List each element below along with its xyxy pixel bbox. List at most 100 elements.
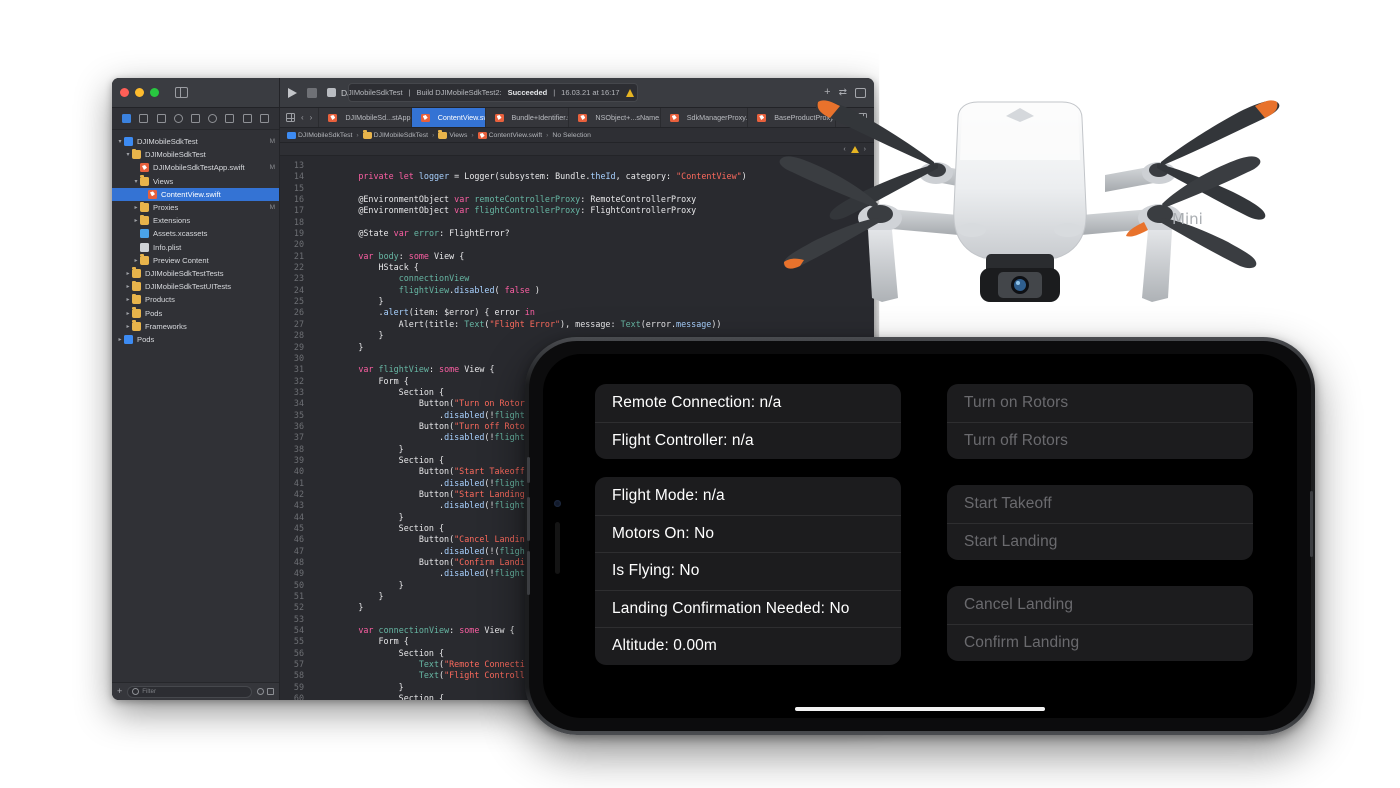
breadcrumb-item[interactable]: DJIMobileSdkTest <box>287 131 353 139</box>
action-button-row[interactable]: Confirm Landing <box>947 623 1253 662</box>
volume-up-button[interactable] <box>527 497 530 541</box>
home-indicator[interactable] <box>795 706 1045 711</box>
line-number: 55 <box>293 636 304 647</box>
action-button-row[interactable]: Turn on Rotors <box>947 384 1253 422</box>
file-tree-item[interactable]: ▾ DJIMobileSdkTest <box>112 148 279 161</box>
breadcrumb-item[interactable]: Views <box>438 130 467 139</box>
file-tree-item[interactable]: ▸ Preview Content <box>112 254 279 267</box>
disclosure-triangle-icon[interactable]: ▸ <box>124 270 132 277</box>
debug-navigator-icon[interactable] <box>225 114 235 123</box>
file-tree-item[interactable]: DJIMobileSdkTestApp.swift M <box>112 161 279 174</box>
disclosure-triangle-icon[interactable]: ▸ <box>124 323 132 330</box>
code-token: . <box>318 568 445 579</box>
disclosure-triangle-icon[interactable]: ▾ <box>116 138 124 145</box>
code-token: false <box>504 284 530 295</box>
code-token: body <box>378 250 399 261</box>
sidebar-toggle-icon[interactable] <box>175 87 188 98</box>
zoom-icon[interactable] <box>150 88 159 97</box>
file-tree-item[interactable]: ▸ Pods <box>112 333 279 346</box>
breakpoint-navigator-icon[interactable] <box>242 114 252 123</box>
symbol-navigator-icon[interactable] <box>156 114 166 123</box>
file-tree: ▾ DJIMobileSdkTest M ▾ DJIMobileSdkTest DJIMo… <box>112 130 279 682</box>
file-tree-item[interactable]: ▾ Views <box>112 175 279 188</box>
line-number: 34 <box>293 398 304 409</box>
file-tree-item-label: DJIMobileSdkTest <box>137 137 198 147</box>
disclosure-triangle-icon[interactable]: ▾ <box>132 178 140 185</box>
file-tree-item[interactable]: ▸ DJIMobileSdkTestUITests <box>112 280 279 293</box>
breadcrumb-separator: › <box>471 131 474 139</box>
filter-group-icon[interactable] <box>267 688 274 695</box>
file-tree-item[interactable]: ▸ Frameworks <box>112 320 279 333</box>
warning-icon[interactable] <box>625 88 634 97</box>
filter-input[interactable]: Filter <box>127 685 252 698</box>
minimize-icon[interactable] <box>135 88 144 97</box>
code-token: var <box>393 228 409 239</box>
close-icon[interactable] <box>120 88 129 97</box>
assets-icon <box>140 229 149 239</box>
line-number: 26 <box>293 307 304 318</box>
action-button-row[interactable]: Start Takeoff <box>947 485 1253 523</box>
disclosure-triangle-icon[interactable]: ▸ <box>124 296 132 303</box>
disclosure-triangle-icon[interactable]: ▸ <box>124 310 132 317</box>
file-tree-item[interactable]: ▾ DJIMobileSdkTest M <box>112 135 279 148</box>
project-navigator-icon[interactable] <box>122 114 132 123</box>
breadcrumb-item-label: DJIMobileSdkTest <box>298 131 353 139</box>
find-navigator-icon[interactable] <box>173 114 183 123</box>
filter-recent-icon[interactable] <box>257 688 264 695</box>
breadcrumb-item[interactable]: ContentView.swift <box>477 131 542 139</box>
action-button-row[interactable]: Start Landing <box>947 522 1253 561</box>
report-navigator-icon[interactable] <box>259 114 269 123</box>
forward-icon[interactable]: › <box>310 113 313 122</box>
stop-button[interactable] <box>307 87 317 98</box>
code-token: Alert(title: <box>318 318 465 329</box>
folder-icon <box>132 267 141 278</box>
run-button[interactable] <box>288 87 297 98</box>
disclosure-triangle-icon[interactable]: ▾ <box>124 151 132 158</box>
editor-tab[interactable]: ContentView.swift <box>411 108 486 127</box>
source-control-icon[interactable] <box>139 114 149 123</box>
disclosure-triangle-icon[interactable]: ▸ <box>124 283 132 290</box>
project-icon <box>124 137 133 147</box>
action-button-row[interactable]: Turn off Rotors <box>947 421 1253 460</box>
file-tree-item[interactable]: ContentView.swift <box>112 187 279 201</box>
status-form-column: Remote Connection: n/a Flight Controller:… <box>595 384 901 718</box>
file-tree-item[interactable]: ▸ Extensions <box>112 214 279 227</box>
status-row: Landing Confirmation Needed: No <box>595 589 901 628</box>
action-button-row[interactable]: Cancel Landing <box>947 586 1253 624</box>
build-status-bar[interactable]: DJIMobileSdkTest | Build DJIMobileSdkTes… <box>348 83 638 102</box>
swift-icon <box>140 163 149 173</box>
file-tree-item[interactable]: ▸ Products <box>112 293 279 306</box>
issue-navigator-icon[interactable] <box>190 114 200 123</box>
editor-tab[interactable]: NSObject+...sName.swift <box>569 108 661 127</box>
drone-sensor-right <box>1054 223 1082 237</box>
editor-tab[interactable]: DJIMobileSd...stApp.swift <box>319 108 412 127</box>
filter-placeholder: Filter <box>142 688 157 695</box>
mute-switch[interactable] <box>527 457 530 483</box>
file-tree-item[interactable]: Info.plist <box>112 241 279 254</box>
editor-options-icon[interactable] <box>286 113 295 122</box>
line-number-gutter: 13 14 15 16 17 18 19 20 21 22 23 24 25 26 27 28 29 30 31 32… <box>280 156 310 700</box>
editor-tab[interactable]: Bundle+Identifier.swift <box>486 108 570 127</box>
disclosure-triangle-icon[interactable]: ▸ <box>116 336 124 343</box>
power-button[interactable] <box>1310 491 1313 557</box>
disclosure-triangle-icon[interactable]: ▸ <box>132 204 140 211</box>
disclosure-triangle-icon[interactable]: ▸ <box>132 257 140 264</box>
volume-down-button[interactable] <box>527 551 530 595</box>
file-tree-item[interactable]: ▸ Pods <box>112 306 279 319</box>
swift-icon <box>420 113 430 122</box>
back-icon[interactable]: ‹ <box>301 113 304 122</box>
line-number: 23 <box>293 273 304 284</box>
file-tree-item[interactable]: ▸ Proxies M <box>112 201 279 214</box>
status-row: Flight Mode: n/a <box>612 486 725 504</box>
test-navigator-icon[interactable] <box>208 114 218 123</box>
breadcrumb-item[interactable]: DJIMobileSdkTest <box>362 130 428 139</box>
add-file-button[interactable]: + <box>117 687 122 696</box>
code-token: "Cancel Landing" <box>454 534 535 545</box>
folder-icon <box>438 130 448 139</box>
breadcrumb-item[interactable]: No Selection <box>552 132 591 139</box>
file-tree-item[interactable]: Assets.xcassets <box>112 227 279 240</box>
code-token: flightView <box>398 284 450 295</box>
file-tree-item[interactable]: ▸ DJIMobileSdkTestTests <box>112 267 279 280</box>
disclosure-triangle-icon[interactable]: ▸ <box>132 217 140 224</box>
